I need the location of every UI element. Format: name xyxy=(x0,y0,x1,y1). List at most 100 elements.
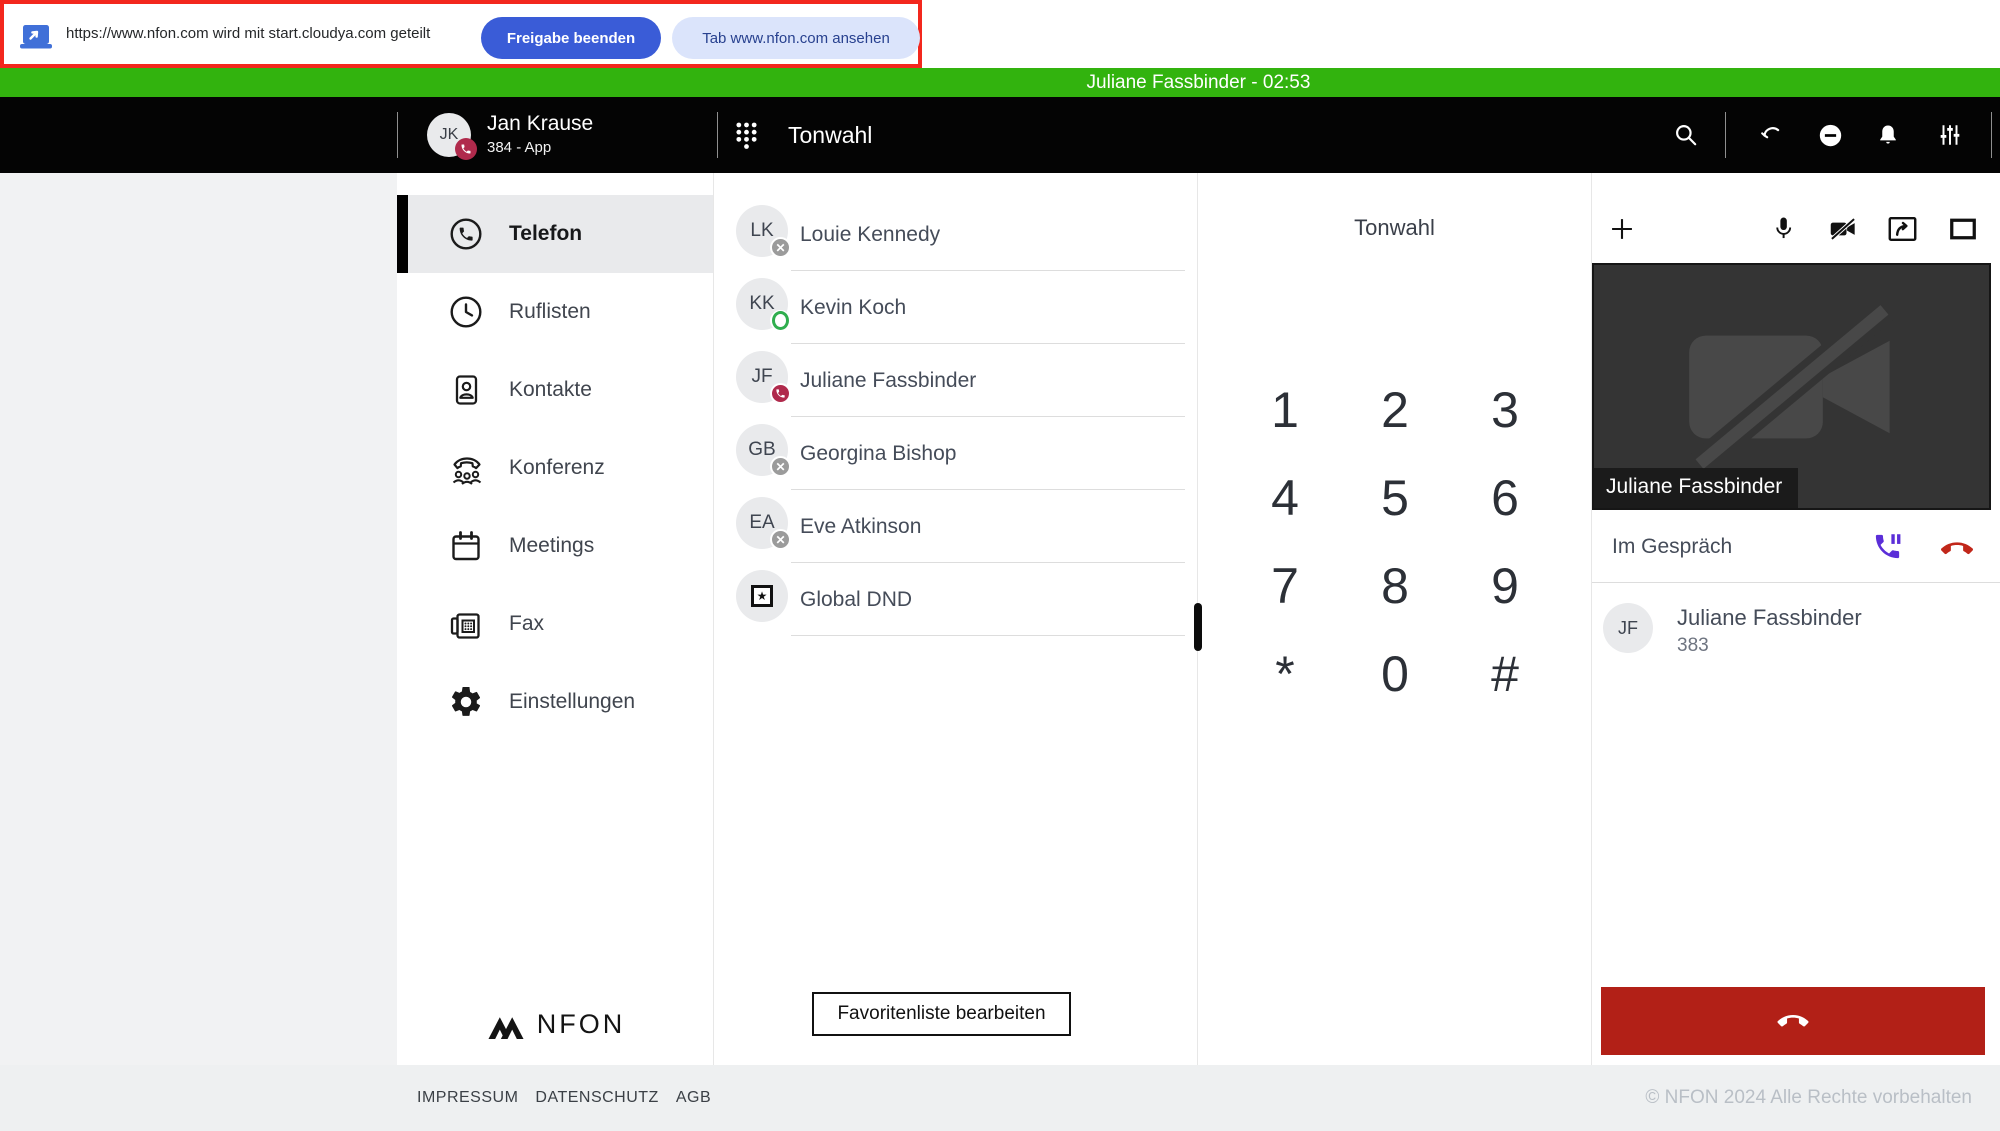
nfon-wordmark: NFON xyxy=(537,1009,626,1040)
favorite-avatar: EA✕ xyxy=(736,497,788,549)
add-call-icon[interactable] xyxy=(1608,215,1636,243)
contact-name: Juliane Fassbinder xyxy=(1677,605,1862,631)
dialpad-keys: 123 456 789 *0# xyxy=(1230,366,1560,718)
sidebar-item-ruflisten[interactable]: Ruflisten xyxy=(397,273,713,351)
footer-link-agb[interactable]: AGB xyxy=(676,1089,711,1107)
stop-share-button[interactable]: Freigabe beenden xyxy=(481,17,661,59)
clock-icon xyxy=(448,294,484,330)
sidebar-item-label: Meetings xyxy=(509,507,594,585)
status-badge-available xyxy=(770,310,791,331)
favorite-name: Kevin Koch xyxy=(800,271,906,344)
nfon-logo: NFON xyxy=(397,1008,713,1041)
dialpad-key-8[interactable]: 8 xyxy=(1340,542,1450,630)
contact-number: 383 xyxy=(1677,635,1709,657)
sidebar-item-label: Telefon xyxy=(509,195,582,273)
screen-share-banner: https://www.nfon.com wird mit start.clou… xyxy=(0,0,922,68)
footer-link-datenschutz[interactable]: DATENSCHUTZ xyxy=(535,1089,658,1107)
fax-icon xyxy=(448,606,484,642)
edit-favorites-button[interactable]: Favoritenliste bearbeiten xyxy=(812,992,1071,1036)
bell-icon[interactable] xyxy=(1875,122,1901,148)
panel-resize-handle[interactable] xyxy=(1194,603,1202,651)
sliders-icon[interactable] xyxy=(1937,122,1963,148)
sidebar-item-kontakte[interactable]: Kontakte xyxy=(397,351,713,429)
sidebar-item-label: Fax xyxy=(509,585,544,663)
footer-link-impressum[interactable]: IMPRESSUM xyxy=(417,1089,518,1107)
dialpad-key-7[interactable]: 7 xyxy=(1230,542,1340,630)
call-status-text: Im Gespräch xyxy=(1612,510,1732,583)
user-avatar[interactable]: JK xyxy=(427,113,471,157)
dialpad-key-5[interactable]: 5 xyxy=(1340,454,1450,542)
sidebar-item-fax[interactable]: Fax xyxy=(397,585,713,663)
dnd-star-square-icon: ★ xyxy=(751,585,773,607)
nfon-logo-mark-icon xyxy=(485,1008,527,1041)
status-badge-incall xyxy=(770,383,791,404)
active-call-bar[interactable]: Juliane Fassbinder - 02:53 xyxy=(0,68,2000,97)
favorite-row[interactable]: GB✕Georgina Bishop xyxy=(714,417,1197,490)
sidebar: TelefonRuflistenKontakteKonferenzMeeting… xyxy=(397,173,714,1065)
sidebar-item-konferenz[interactable]: Konferenz xyxy=(397,429,713,507)
dnd-icon[interactable] xyxy=(1817,122,1843,148)
header-divider xyxy=(717,112,718,158)
sidebar-item-label: Einstellungen xyxy=(509,663,635,741)
search-icon[interactable] xyxy=(1673,122,1699,148)
dialpad-key-3[interactable]: 3 xyxy=(1450,366,1560,454)
favorite-row[interactable]: LK✕Louie Kennedy xyxy=(714,198,1197,271)
dialpad-key-*[interactable]: * xyxy=(1230,630,1340,718)
contact-avatar: JF xyxy=(1603,603,1653,653)
favorite-name: Eve Atkinson xyxy=(800,490,921,563)
favorite-row[interactable]: JFJuliane Fassbinder xyxy=(714,344,1197,417)
footer: IMPRESSUMDATENSCHUTZAGB © NFON 2024 Alle… xyxy=(0,1065,2000,1131)
sidebar-item-label: Kontakte xyxy=(509,351,592,429)
view-tab-button[interactable]: Tab www.nfon.com ansehen xyxy=(672,17,920,59)
favorite-row[interactable]: ★Global DND xyxy=(714,563,1197,636)
sidebar-item-telefon[interactable]: Telefon xyxy=(397,195,713,273)
dialpad-key-2[interactable]: 2 xyxy=(1340,366,1450,454)
mic-icon[interactable] xyxy=(1771,215,1796,243)
hangup-button[interactable] xyxy=(1601,987,1985,1055)
active-call-text: Juliane Fassbinder - 02:53 xyxy=(397,68,2000,97)
favorite-avatar: JF xyxy=(736,351,788,403)
dialpad-key-0[interactable]: 0 xyxy=(1340,630,1450,718)
user-name: Jan Krause xyxy=(487,112,593,136)
favorite-initials: EA xyxy=(749,512,774,534)
call-panel: Juliane Fassbinder Im Gespräch JF Julian… xyxy=(1592,173,2000,1065)
header-divider xyxy=(1991,112,1992,158)
hold-icon[interactable] xyxy=(1872,531,1903,562)
dialpad-key-1[interactable]: 1 xyxy=(1230,366,1340,454)
status-badge-offline: ✕ xyxy=(770,237,791,258)
dialpad-grid-icon xyxy=(735,121,758,150)
user-incall-badge-icon xyxy=(455,138,477,160)
camera-off-icon[interactable] xyxy=(1827,215,1859,243)
dialpad-key-4[interactable]: 4 xyxy=(1230,454,1340,542)
remote-video-tile: Juliane Fassbinder xyxy=(1592,263,1991,510)
window-icon[interactable] xyxy=(1948,215,1978,243)
header-divider xyxy=(1725,112,1726,158)
phone-icon xyxy=(448,216,484,252)
favorite-name: Louie Kennedy xyxy=(800,198,940,271)
screen-share-tab-icon xyxy=(20,24,52,50)
camera-off-placeholder-icon xyxy=(1667,294,1917,479)
share-screen-icon[interactable] xyxy=(1887,215,1918,243)
hangup-icon[interactable] xyxy=(1941,533,1973,565)
dialpad-key-9[interactable]: 9 xyxy=(1450,542,1560,630)
favorites-panel: LK✕Louie KennedyKKKevin KochJFJuliane Fa… xyxy=(714,173,1198,1065)
favorite-row[interactable]: EA✕Eve Atkinson xyxy=(714,490,1197,563)
call-status-row: Im Gespräch xyxy=(1592,510,2000,583)
sidebar-nav: TelefonRuflistenKontakteKonferenzMeeting… xyxy=(397,195,713,741)
video-participant-label: Juliane Fassbinder xyxy=(1594,468,1798,508)
favorite-name: Juliane Fassbinder xyxy=(800,344,976,417)
dialpad-title: Tonwahl xyxy=(1198,215,1591,241)
sidebar-item-meetings[interactable]: Meetings xyxy=(397,507,713,585)
favorite-avatar: ★ xyxy=(736,570,788,622)
page-title: Tonwahl xyxy=(788,97,872,173)
favorite-avatar: GB✕ xyxy=(736,424,788,476)
dialpad-key-#[interactable]: # xyxy=(1450,630,1560,718)
call-forward-icon[interactable] xyxy=(1757,122,1783,148)
sidebar-item-label: Konferenz xyxy=(509,429,605,507)
contact-initials: JF xyxy=(1618,618,1638,639)
favorite-row[interactable]: KK Kevin Koch xyxy=(714,271,1197,344)
sidebar-item-einstellungen[interactable]: Einstellungen xyxy=(397,663,713,741)
favorite-initials: KK xyxy=(749,293,774,315)
gear-icon xyxy=(448,684,484,720)
dialpad-key-6[interactable]: 6 xyxy=(1450,454,1560,542)
